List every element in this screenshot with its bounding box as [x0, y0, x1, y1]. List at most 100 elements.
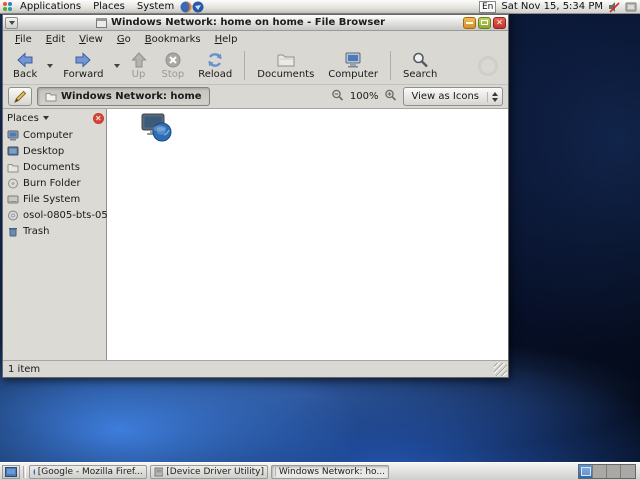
forward-button[interactable]: Forward [57, 48, 109, 83]
documents-button[interactable]: Documents [251, 48, 320, 83]
thunderbird-launcher-icon[interactable] [192, 1, 204, 13]
window-title: Windows Network: home on home - File Bro… [110, 17, 386, 28]
network-computer-icon [141, 113, 172, 142]
toolbar: Back Forward Up Stop Reload Documents Co… [3, 47, 508, 85]
file-browser-window: Windows Network: home on home - File Bro… [2, 14, 509, 378]
back-arrow-icon [17, 52, 33, 68]
volume-muted-icon[interactable] [608, 1, 620, 13]
window-menu-button[interactable] [5, 16, 18, 29]
taskbar-button-file-browser[interactable]: Windows Network: ho... [271, 464, 389, 479]
places-sidebar: Places ✕ Computer Desktop Documents Burn… [3, 109, 117, 360]
maximize-button[interactable] [478, 16, 491, 29]
toolbar-separator [244, 51, 246, 80]
workspace-3[interactable] [607, 465, 621, 478]
file-list-view[interactable] [107, 109, 508, 360]
computer-button[interactable]: Computer [322, 48, 384, 83]
sidebar-item-computer[interactable]: Computer [3, 127, 108, 143]
desktop-icon [7, 146, 19, 155]
forward-history-dropdown[interactable] [112, 48, 122, 83]
sidebar-item-burn-folder[interactable]: Burn Folder [3, 175, 108, 191]
workspace-1[interactable] [579, 465, 593, 478]
item-count: 1 item [8, 363, 41, 375]
folder-icon [277, 54, 295, 67]
trash-icon [9, 227, 17, 236]
zoom-level: 100% [349, 91, 379, 102]
location-bar: Windows Network: home 100% View as Icons [3, 85, 508, 109]
up-arrow-icon [130, 52, 147, 68]
chevron-down-icon [8, 20, 15, 25]
desktop-icon [5, 466, 17, 477]
computer-icon [7, 130, 19, 140]
sidebar-close-icon[interactable]: ✕ [92, 112, 104, 124]
resize-grip[interactable] [494, 363, 507, 376]
titlebar[interactable]: Windows Network: home on home - File Bro… [3, 15, 508, 31]
sidebar-item-documents[interactable]: Documents [3, 159, 108, 175]
taskbar-button-firefox[interactable]: [Google - Mozilla Firef... [29, 464, 147, 479]
sidebar-pane-selector[interactable]: Places [7, 113, 49, 124]
minimize-button[interactable] [463, 16, 476, 29]
search-icon [413, 52, 429, 68]
display-settings-icon[interactable] [625, 1, 637, 13]
workspace-2[interactable] [593, 465, 607, 478]
menubar: File Edit View Go Bookmarks Help [3, 31, 508, 47]
drive-icon [7, 195, 19, 203]
zoom-out-button[interactable] [331, 87, 344, 106]
status-bar: 1 item [3, 360, 508, 377]
folder-icon [7, 163, 19, 172]
application-icon [154, 467, 164, 476]
folder-icon [45, 93, 57, 102]
firefox-launcher-icon[interactable] [180, 1, 192, 13]
zoom-in-icon [385, 89, 397, 101]
spinner-arrows-icon [487, 91, 498, 102]
up-button[interactable]: Up [124, 48, 154, 83]
bottom-taskbar: [Google - Mozilla Firef... [Device Drive… [0, 462, 640, 480]
optical-disc-icon [8, 210, 18, 220]
view-mode-select[interactable]: View as Icons [403, 87, 503, 106]
edit-location-button[interactable] [8, 87, 32, 106]
menu-places[interactable]: Places [87, 0, 131, 13]
sidebar-item-file-system[interactable]: File System [3, 191, 108, 207]
sidebar-item-osol-disc[interactable]: osol-0805-bts-05 [3, 207, 108, 223]
taskbar-handle[interactable] [23, 465, 26, 478]
zoom-in-button[interactable] [384, 87, 397, 106]
chevron-down-icon [47, 63, 54, 68]
reload-button[interactable]: Reload [192, 48, 238, 83]
menu-applications[interactable]: Applications [14, 0, 87, 13]
top-panel: Applications Places System En Sat Nov 15… [0, 0, 640, 14]
burn-disc-icon [8, 178, 18, 188]
workspace-4[interactable] [621, 465, 635, 478]
menu-help[interactable]: Help [209, 33, 244, 46]
menu-system[interactable]: System [131, 0, 180, 13]
toolbar-separator [390, 51, 392, 80]
back-history-dropdown[interactable] [45, 48, 55, 83]
show-desktop-button[interactable] [2, 464, 20, 479]
back-button[interactable]: Back [7, 48, 43, 83]
workspace-switcher [578, 464, 636, 479]
taskbar-button-device-driver[interactable]: [Device Driver Utility] [150, 464, 268, 479]
path-button[interactable]: Windows Network: home [37, 87, 210, 106]
computer-icon [345, 52, 361, 68]
search-button[interactable]: Search [397, 48, 443, 83]
distribution-logo-icon[interactable] [3, 2, 14, 11]
network-share-item[interactable] [138, 113, 174, 143]
close-button[interactable]: ✕ [493, 16, 506, 29]
clock[interactable]: Sat Nov 15, 5:34 PM [501, 1, 603, 12]
zoom-out-icon [332, 89, 343, 101]
chevron-down-icon [113, 63, 120, 68]
menu-go[interactable]: Go [111, 33, 137, 46]
forward-arrow-icon [75, 52, 92, 68]
sidebar-item-trash[interactable]: Trash [3, 223, 108, 239]
menu-view[interactable]: View [73, 33, 109, 46]
stop-icon [165, 52, 181, 68]
window-icon [275, 467, 276, 476]
throbber-icon [478, 55, 498, 76]
menu-edit[interactable]: Edit [40, 33, 71, 46]
firefox-icon [33, 468, 35, 475]
reload-icon [208, 53, 222, 67]
menu-file[interactable]: File [9, 33, 38, 46]
keyboard-layout-indicator[interactable]: En [478, 0, 497, 13]
stop-button[interactable]: Stop [156, 48, 191, 83]
sidebar-item-desktop[interactable]: Desktop [3, 143, 108, 159]
window-icon [95, 17, 107, 28]
menu-bookmarks[interactable]: Bookmarks [139, 33, 207, 46]
